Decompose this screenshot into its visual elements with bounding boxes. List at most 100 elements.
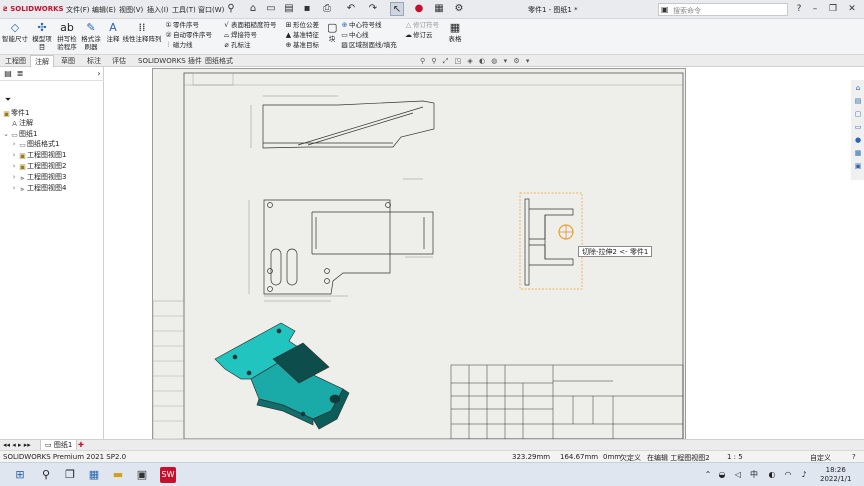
minimize-icon[interactable]: – — [808, 2, 822, 16]
ime-indicator[interactable]: 中 — [746, 467, 762, 483]
auto-balloon-button[interactable]: ②自动零件序号 — [164, 30, 212, 40]
tree-item-view1[interactable]: › ▣工程图视图1 — [10, 150, 67, 160]
tab-sketch[interactable]: 草图 — [57, 55, 79, 67]
note-button[interactable]: A 注释 — [104, 20, 122, 54]
menu-window[interactable]: 窗口(W) — [198, 5, 224, 15]
volume-icon[interactable]: ◁ — [730, 467, 746, 483]
open-icon[interactable]: ▤ — [282, 2, 296, 16]
custom-properties-icon[interactable]: ▦ — [853, 148, 863, 158]
new-icon[interactable]: ▭ — [264, 2, 278, 16]
heads-up-view-toolbar[interactable]: ⚲ ⚲ ⤢ ◳ ◈ ◐ ◍ ▾ ⚙ ▾ — [420, 57, 531, 67]
redo-icon[interactable]: ↷ — [366, 2, 380, 16]
table-icon: ▦ — [449, 21, 461, 34]
expand-arrow-icon[interactable]: › — [10, 183, 18, 193]
tables-button[interactable]: ▦ 表格 — [446, 20, 464, 54]
view-palette-icon[interactable]: ▣ — [853, 161, 863, 171]
tab-drawing[interactable]: 工程图 — [1, 55, 30, 67]
nav-arrows-icon[interactable]: ◂◂ ◂ ▸ ▸▸ — [3, 441, 31, 449]
expand-arrow-icon[interactable]: › — [10, 150, 18, 160]
sheet-scale[interactable]: 1 : 5 — [727, 453, 743, 461]
chevron-right-icon[interactable]: › — [94, 69, 104, 79]
print-icon[interactable]: ⎙ — [320, 2, 334, 16]
resources-icon[interactable]: ▤ — [853, 96, 863, 106]
start-icon[interactable]: ⊞ — [12, 467, 28, 483]
options-icon[interactable]: ⚙ — [452, 2, 466, 16]
save-icon[interactable]: ▪ — [300, 2, 314, 16]
close-icon[interactable]: ✕ — [845, 2, 859, 16]
tree-item-view3[interactable]: › ⫸ 工程图视图3 — [10, 172, 67, 182]
magnetic-line-button[interactable]: ⫶ 磁力线 — [164, 40, 212, 50]
property-manager-icon[interactable]: ≣ — [15, 69, 25, 79]
linear-note-pattern-button[interactable]: ⁞⁞ 线性注释阵列 — [122, 20, 162, 54]
drawing-view-icon: ▣ — [19, 163, 26, 171]
help-icon[interactable]: ? — [792, 2, 806, 16]
expand-arrow-icon[interactable]: › — [10, 172, 18, 182]
pin-icon[interactable]: ⚲ — [224, 2, 238, 16]
tab-solidworks-addins[interactable]: SOLIDWORKS 插件 — [134, 55, 206, 67]
task-view-icon[interactable]: ❐ — [62, 467, 78, 483]
widgets-icon[interactable]: ▦ — [86, 467, 102, 483]
format-painter-button[interactable]: ✎ 格式涂刷器 — [80, 20, 102, 54]
network-icon[interactable]: ◒ — [714, 467, 730, 483]
status-bar: SOLIDWORKS Premium 2021 SP2.0 323.29mm 1… — [0, 450, 864, 462]
datum-feature-button[interactable]: ▲ 基准特征 — [284, 30, 319, 40]
tab-annotation[interactable]: 注解 — [30, 55, 54, 67]
expand-arrow-icon[interactable]: › — [10, 161, 18, 171]
balloon-button[interactable]: ①零件序号 — [164, 20, 212, 30]
tree-item-part1[interactable]: ▣零件1 — [2, 108, 29, 118]
file-explorer-icon[interactable]: ▬ — [110, 467, 126, 483]
tree-item-sheet-format[interactable]: › ▭图纸格式1 — [10, 139, 60, 149]
file-properties-icon[interactable]: ▦ — [432, 2, 446, 16]
speaker-icon[interactable]: ♪ — [796, 467, 812, 483]
tree-item-sheet1[interactable]: ⌄ ▭图纸1 — [2, 129, 37, 139]
select-icon[interactable]: ↖ — [390, 2, 404, 16]
search-box[interactable]: ▣ 搜索命令 — [658, 3, 788, 16]
design-library-icon[interactable]: ▢ — [853, 109, 863, 119]
menu-tools[interactable]: 工具(T) — [172, 5, 196, 15]
weld-symbol-button[interactable]: ⌓ 焊接符号 — [222, 30, 277, 40]
menu-file[interactable]: 文件(F) — [66, 5, 90, 15]
smart-dimension-button[interactable]: ◇ 智能尺寸 — [2, 20, 28, 54]
expand-arrow-icon[interactable]: › — [10, 139, 18, 149]
centerline-button[interactable]: ▭中心线 — [340, 30, 397, 40]
file-explorer-icon[interactable]: ▭ — [853, 122, 863, 132]
tab-sheet-format[interactable]: 图纸格式 — [201, 55, 237, 67]
add-sheet-icon[interactable]: ✚ — [78, 441, 84, 449]
wifi-icon[interactable]: ◠ — [780, 467, 796, 483]
status-help-icon[interactable]: ? — [852, 453, 856, 461]
home-icon[interactable]: ⌂ — [853, 83, 863, 93]
center-mark-button[interactable]: ⊕ 中心符号线 — [340, 20, 397, 30]
hole-callout-button[interactable]: ⌀ 孔标注 — [222, 40, 277, 50]
solidworks-taskbar-icon[interactable]: SW — [160, 467, 176, 483]
area-hatch-button[interactable]: ▨区域剖面线/填充 — [340, 40, 397, 50]
ime-mode-icon[interactable]: ◐ — [764, 467, 780, 483]
geometric-tolerance-button[interactable]: ⊞ 形位公差 — [284, 20, 319, 30]
undo-icon[interactable]: ↶ — [344, 2, 358, 16]
menu-view[interactable]: 视图(V) — [119, 5, 143, 15]
appearances-icon[interactable]: ● — [853, 135, 863, 145]
rebuild-icon[interactable]: ● — [412, 2, 426, 16]
tree-item-view2[interactable]: › ▣工程图视图2 — [10, 161, 67, 171]
revision-cloud-button[interactable]: ☁修订云 — [404, 30, 439, 40]
filter-icon[interactable]: ⏷ — [3, 95, 13, 105]
menu-edit[interactable]: 编辑(E) — [92, 5, 116, 15]
system-clock[interactable]: 18:26 2022/1/1 — [820, 466, 851, 484]
menu-insert[interactable]: 插入(I) — [147, 5, 169, 15]
spell-check-button[interactable]: ab 拼写检验程序 — [56, 20, 78, 54]
surface-finish-button[interactable]: √ 表面粗糙度符号 — [222, 20, 276, 30]
home-icon[interactable]: ⌂ — [246, 2, 260, 16]
revision-symbol-button[interactable]: △ 修订符号 — [404, 20, 439, 30]
tab-markup[interactable]: 标注 — [83, 55, 105, 67]
tree-item-annotations[interactable]: A 注解 — [10, 118, 33, 128]
tree-item-view4[interactable]: › ⫸ 工程图视图4 — [10, 183, 67, 193]
search-placeholder: 搜索命令 — [673, 7, 701, 15]
restore-icon[interactable]: ❐ — [826, 2, 840, 16]
media-app-icon[interactable]: ▣ — [134, 467, 150, 483]
feature-manager-icon[interactable]: ▤ — [3, 69, 13, 79]
search-icon[interactable]: ⚲ — [38, 467, 54, 483]
datum-target-button[interactable]: ⊕ 基准目标 — [284, 40, 319, 50]
model-items-button[interactable]: ✣ 模型项目 — [30, 20, 54, 54]
collapse-arrow-icon[interactable]: ⌄ — [2, 129, 10, 139]
block-button[interactable]: ▢ 块 — [326, 20, 338, 54]
tab-evaluate[interactable]: 评估 — [108, 55, 130, 67]
